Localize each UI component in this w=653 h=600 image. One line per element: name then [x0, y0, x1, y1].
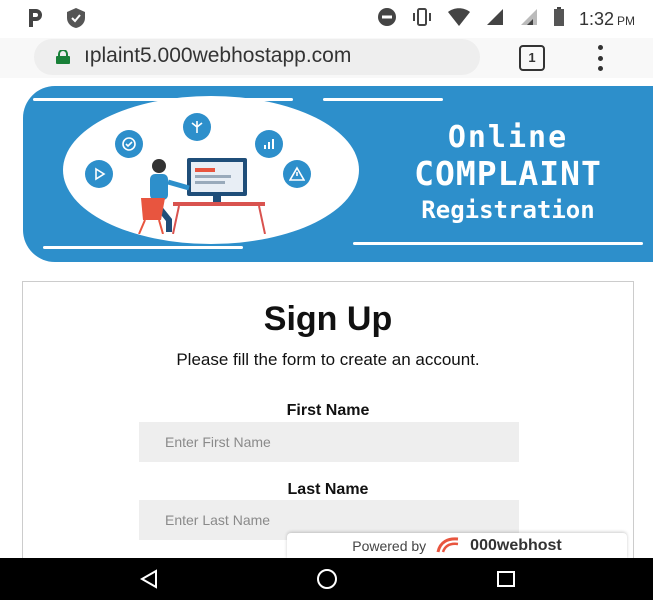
- signal-icon: [485, 7, 505, 32]
- powered-by-badge[interactable]: Powered by 000webhost: [287, 533, 627, 559]
- status-bar: 1:32 PM: [0, 0, 653, 38]
- banner-title-online: Online: [447, 120, 569, 155]
- recents-icon[interactable]: [493, 566, 519, 592]
- last-name-label: Last Name: [287, 481, 369, 498]
- url-text[interactable]: ıplaint5.000webhostapp.com: [84, 44, 351, 68]
- battery-icon: [553, 7, 565, 32]
- status-time: 1:32 PM: [578, 9, 635, 29]
- vpn-shield-icon: [64, 6, 88, 35]
- browser-toolbar: ıplaint5.000webhostapp.com 1: [0, 38, 653, 78]
- page-title: Sign Up: [263, 300, 393, 338]
- network-icon: [183, 113, 211, 141]
- lock-icon: [55, 49, 71, 69]
- tab-count-icon[interactable]: 1: [519, 45, 545, 71]
- signal-weak-icon: [519, 7, 539, 32]
- webhost-brand: 000webhost: [470, 537, 562, 554]
- first-name-label: First Name: [286, 402, 370, 419]
- person-at-desk-illustration: [133, 148, 273, 235]
- wifi-icon: [447, 7, 471, 32]
- do-not-disturb-icon: [377, 7, 397, 32]
- overflow-menu-icon[interactable]: [595, 45, 605, 71]
- first-name-field[interactable]: [139, 422, 519, 462]
- play-icon: [85, 160, 113, 188]
- banner-title-registration: Registration: [421, 196, 595, 224]
- back-icon[interactable]: [136, 566, 162, 592]
- banner-title-complaint: COMPLAINT: [414, 154, 602, 193]
- header-banner: Online COMPLAINT Registration: [23, 86, 653, 262]
- webhost-logo-icon: [434, 536, 462, 557]
- home-icon[interactable]: [314, 566, 340, 592]
- warning-icon: [283, 160, 311, 188]
- p-icon: [26, 7, 44, 34]
- system-nav-bar: [0, 558, 653, 600]
- vibrate-icon: [411, 7, 433, 32]
- form-subtitle: Please fill the form to create an accoun…: [176, 350, 480, 369]
- powered-by-text: Powered by: [352, 538, 427, 554]
